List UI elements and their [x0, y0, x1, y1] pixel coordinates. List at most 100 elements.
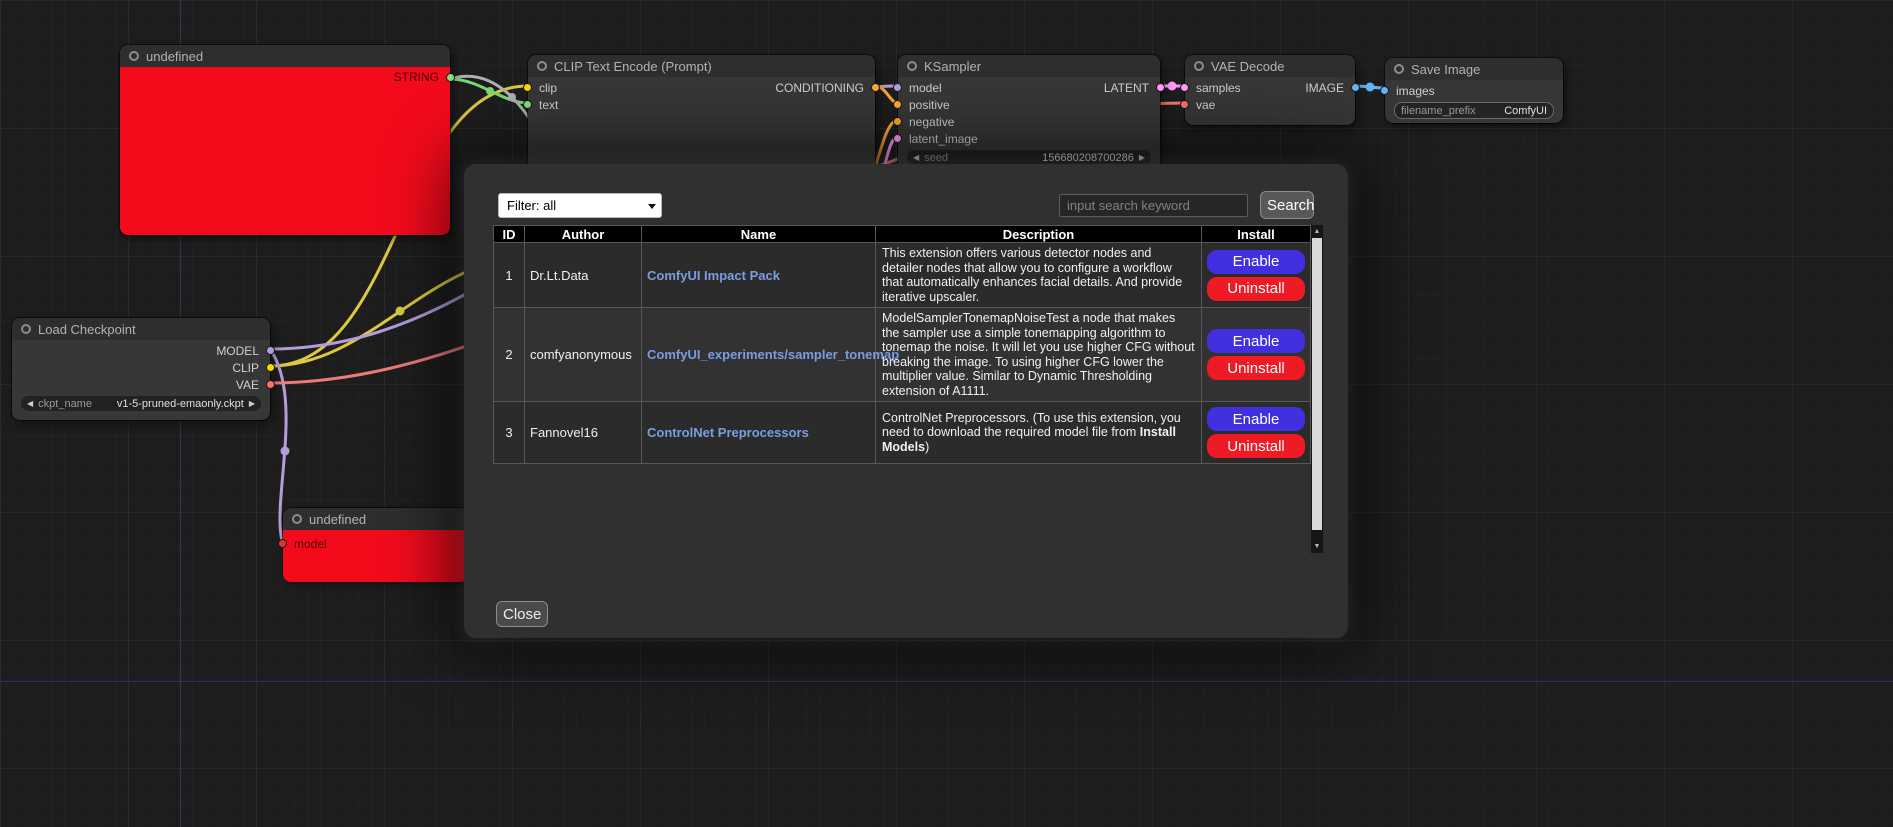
node-save-image[interactable]: Save Image images filename_prefix ComfyU…	[1385, 58, 1563, 123]
extension-description: This extension offers various detector n…	[876, 243, 1202, 308]
node-title-bar[interactable]: Load Checkpoint	[12, 318, 270, 340]
uninstall-button[interactable]: Uninstall	[1207, 277, 1305, 301]
seed-widget[interactable]: ◀ seed 156680208700286 ▶	[907, 150, 1151, 165]
slot-label-latent-image: latent_image	[909, 132, 978, 146]
header-description: Description	[876, 226, 1202, 243]
model-input-port[interactable]	[893, 83, 902, 92]
header-author: Author	[525, 226, 642, 243]
node-ksampler[interactable]: KSampler model LATENT positive negative …	[898, 55, 1160, 170]
collapse-dot-icon[interactable]	[1194, 61, 1204, 71]
node-title-bar[interactable]: CLIP Text Encode (Prompt)	[528, 55, 875, 77]
slot-label-clip-out: CLIP	[232, 361, 259, 375]
header-name: Name	[642, 226, 876, 243]
latent-image-input-port[interactable]	[893, 134, 902, 143]
clip-output-port[interactable]	[266, 363, 275, 372]
table-scrollbar[interactable]: ▲ ▼	[1311, 225, 1323, 553]
filter-select[interactable]: Filter: all	[498, 193, 662, 218]
image-output-port[interactable]	[1351, 83, 1360, 92]
extension-row: 1 Dr.Lt.Data ComfyUI Impact Pack This ex…	[494, 243, 1311, 308]
text-input-port[interactable]	[523, 100, 532, 109]
extensions-table: ID Author Name Description Install 1 Dr.…	[493, 225, 1311, 464]
node-undefined-top[interactable]: undefined STRING	[120, 45, 450, 235]
slot-label-images: images	[1396, 84, 1435, 98]
node-title-bar[interactable]: undefined	[283, 508, 468, 530]
enable-button[interactable]: Enable	[1207, 407, 1305, 431]
vae-input-port[interactable]	[1180, 100, 1189, 109]
latent-output-port[interactable]	[1156, 83, 1165, 92]
header-install: Install	[1202, 226, 1311, 243]
increment-arrow-icon[interactable]: ▶	[1139, 154, 1145, 162]
slot-label-string: STRING	[394, 70, 439, 84]
slot-label-conditioning: CONDITIONING	[775, 81, 864, 95]
search-button[interactable]: Search	[1260, 191, 1314, 219]
node-title-label: undefined	[309, 512, 366, 527]
slot-label-vae-out: VAE	[236, 378, 259, 392]
ckpt-name-widget[interactable]: ◀ ckpt_name v1-5-pruned-emaonly.ckpt ▶	[21, 396, 261, 411]
node-title-label: Load Checkpoint	[38, 322, 136, 337]
ckpt-name-value: v1-5-pruned-emaonly.ckpt	[117, 398, 244, 410]
conditioning-output-port[interactable]	[871, 83, 880, 92]
link-dot	[281, 447, 290, 456]
slot-label-vae: vae	[1196, 98, 1215, 112]
collapse-dot-icon[interactable]	[292, 514, 302, 524]
scroll-down-icon[interactable]: ▼	[1311, 540, 1323, 553]
images-input-port[interactable]	[1380, 86, 1389, 95]
collapse-dot-icon[interactable]	[129, 51, 139, 61]
slot-label-positive: positive	[909, 98, 950, 112]
install-cell: Enable Uninstall	[1202, 243, 1311, 308]
install-cell: Enable Uninstall	[1202, 308, 1311, 402]
string-output-port[interactable]	[446, 73, 455, 82]
node-title-bar[interactable]: KSampler	[898, 55, 1160, 77]
node-canvas[interactable]: undefined STRING CLIP Text Encode (Promp…	[0, 0, 1893, 827]
extension-link[interactable]: ControlNet Preprocessors	[647, 425, 809, 440]
uninstall-button[interactable]: Uninstall	[1207, 356, 1305, 380]
samples-input-port[interactable]	[1180, 83, 1189, 92]
model-input-port[interactable]	[278, 539, 287, 548]
enable-button[interactable]: Enable	[1207, 250, 1305, 274]
decrement-arrow-icon[interactable]: ◀	[913, 154, 919, 162]
filename-prefix-widget[interactable]: filename_prefix ComfyUI	[1394, 102, 1554, 119]
collapse-dot-icon[interactable]	[537, 61, 547, 71]
close-button[interactable]: Close	[496, 601, 548, 627]
node-title-bar[interactable]: Save Image	[1385, 58, 1563, 80]
extension-row: 3 Fannovel16 ControlNet Preprocessors Co…	[494, 402, 1311, 464]
node-title-bar[interactable]: undefined	[120, 45, 450, 67]
install-cell: Enable Uninstall	[1202, 402, 1311, 464]
scrollbar-thumb[interactable]	[1312, 238, 1322, 530]
clip-input-port[interactable]	[523, 83, 532, 92]
ckpt-name-label: ckpt_name	[38, 398, 92, 410]
prev-arrow-icon[interactable]: ◀	[27, 400, 33, 408]
scroll-up-icon[interactable]: ▲	[1311, 225, 1323, 238]
node-title-label: Save Image	[1411, 62, 1480, 77]
slot-label-latent: LATENT	[1104, 81, 1149, 95]
negative-input-port[interactable]	[893, 117, 902, 126]
collapse-dot-icon[interactable]	[907, 61, 917, 71]
next-arrow-icon[interactable]: ▶	[249, 400, 255, 408]
node-title-label: VAE Decode	[1211, 59, 1284, 74]
table-header-row: ID Author Name Description Install	[494, 226, 1311, 243]
seed-widget-label: seed	[924, 152, 948, 164]
uninstall-button[interactable]: Uninstall	[1207, 434, 1305, 458]
slot-label-clip: clip	[539, 81, 557, 95]
extension-link[interactable]: ComfyUI_experiments/sampler_tonemap	[647, 347, 899, 362]
search-input[interactable]	[1059, 194, 1248, 217]
collapse-dot-icon[interactable]	[1394, 64, 1404, 74]
node-undefined-bottom[interactable]: undefined model	[283, 508, 468, 580]
filename-prefix-value: ComfyUI	[1504, 105, 1547, 117]
node-vae-decode[interactable]: VAE Decode samples IMAGE vae	[1185, 55, 1355, 125]
filename-prefix-label: filename_prefix	[1401, 105, 1476, 117]
vae-output-port[interactable]	[266, 380, 275, 389]
node-title-bar[interactable]: VAE Decode	[1185, 55, 1355, 77]
slot-label-negative: negative	[909, 115, 954, 129]
enable-button[interactable]: Enable	[1207, 329, 1305, 353]
extension-link[interactable]: ComfyUI Impact Pack	[647, 268, 780, 283]
slot-label-samples: samples	[1196, 81, 1241, 95]
model-output-port[interactable]	[266, 346, 275, 355]
extension-author: Dr.Lt.Data	[525, 243, 642, 308]
extension-row: 2 comfyanonymous ComfyUI_experiments/sam…	[494, 308, 1311, 402]
node-load-checkpoint[interactable]: Load Checkpoint MODEL CLIP VAE ◀ ckpt_na…	[12, 318, 270, 420]
positive-input-port[interactable]	[893, 100, 902, 109]
custom-nodes-manager-dialog: Filter: all Search ID Author Name Descri…	[464, 164, 1348, 638]
slot-label-model: model	[294, 537, 327, 551]
collapse-dot-icon[interactable]	[21, 324, 31, 334]
